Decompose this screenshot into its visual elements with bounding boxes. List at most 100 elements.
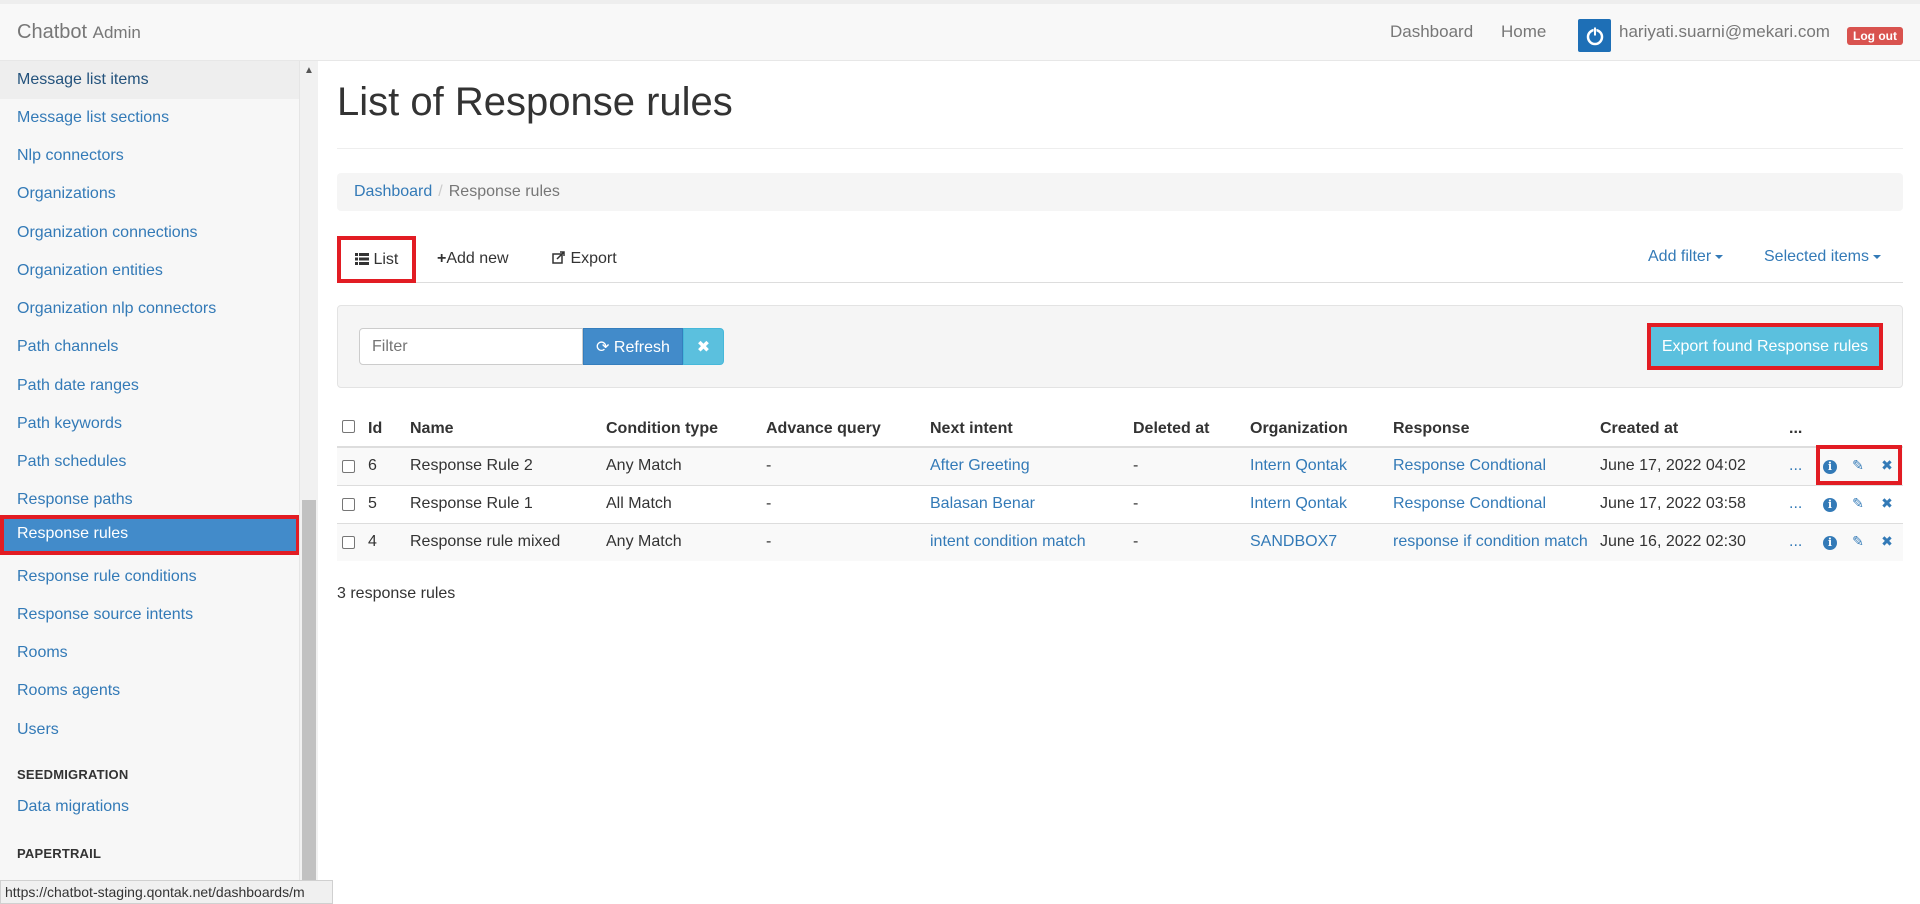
filter-input[interactable]	[359, 328, 583, 365]
breadcrumb-dashboard-link[interactable]: Dashboard	[354, 183, 432, 200]
cell-response-link[interactable]: Response Condtional	[1393, 457, 1546, 475]
column-header-id[interactable]: Id	[368, 420, 382, 438]
sidebar-item-response-source-intents[interactable]: Response source intents	[0, 596, 299, 634]
column-header-next-intent[interactable]: Next intent	[930, 420, 1013, 438]
sidebar-item-nlp-connectors[interactable]: Nlp connectors	[0, 137, 299, 175]
power-icon[interactable]	[1578, 19, 1611, 52]
cell-organization-link[interactable]: SANDBOX7	[1250, 533, 1337, 551]
column-header-response[interactable]: Response	[1393, 420, 1469, 438]
tab-export[interactable]: Export	[538, 236, 631, 283]
sidebar-section-header: PAPERTRAIL	[17, 846, 102, 861]
share-icon	[552, 250, 570, 267]
add-filter-label: Add filter	[1648, 248, 1712, 265]
cell-id: 6	[368, 457, 377, 474]
table-row: 4 Response rule mixed Any Match - intent…	[337, 524, 1903, 561]
cell-advance-query: -	[766, 495, 772, 512]
cell-more-link[interactable]: ...	[1789, 457, 1802, 475]
sidebar-item-response-paths[interactable]: Response paths	[0, 481, 299, 519]
sidebar-item-path-schedules[interactable]: Path schedules	[0, 443, 299, 481]
sidebar-item-rooms-agents[interactable]: Rooms agents	[0, 672, 299, 710]
select-all-checkbox[interactable]	[342, 420, 355, 433]
sidebar-section-header: SEEDMIGRATION	[17, 767, 129, 782]
nav-dashboard-link[interactable]: Dashboard	[1390, 22, 1473, 42]
tab-export-label: Export	[570, 250, 617, 267]
cell-next-intent-link[interactable]: intent condition match	[930, 533, 1086, 551]
column-header-organization[interactable]: Organization	[1250, 420, 1348, 438]
info-icon[interactable]: i	[1822, 495, 1838, 512]
close-icon[interactable]: ✖	[1879, 495, 1895, 511]
list-icon	[355, 251, 373, 268]
cell-condition-type: Any Match	[606, 457, 682, 474]
refresh-button[interactable]: ⟳ Refresh	[583, 328, 683, 365]
info-icon[interactable]: i	[1822, 533, 1838, 550]
sidebar-item-path-channels[interactable]: Path channels	[0, 328, 299, 366]
cell-more-link[interactable]: ...	[1789, 533, 1802, 551]
sidebar-item-rooms[interactable]: Rooms	[0, 634, 299, 672]
sidebar-item-path-date-ranges[interactable]: Path date ranges	[0, 367, 299, 405]
refresh-icon: ⟳	[596, 339, 610, 356]
cell-deleted-at: -	[1133, 533, 1139, 550]
row-checkbox[interactable]	[342, 460, 355, 473]
tab-list[interactable]: List	[337, 236, 417, 283]
sidebar-item-response-rules[interactable]: Response rules	[0, 515, 299, 555]
column-header-condition-type[interactable]: Condition type	[606, 420, 718, 438]
cell-more-link[interactable]: ...	[1789, 495, 1802, 513]
plus-icon: +	[437, 250, 447, 267]
table-row: 5 Response Rule 1 All Match - Balasan Be…	[337, 486, 1903, 523]
tab-add-new-label: Add new	[446, 250, 509, 267]
pencil-icon[interactable]: ✎	[1850, 533, 1866, 549]
sidebar-item-response-rule-conditions[interactable]: Response rule conditions	[0, 558, 299, 596]
sidebar: Message list items Message list sections…	[0, 61, 300, 904]
nav-home-link[interactable]: Home	[1501, 22, 1546, 42]
scroll-up-arrow-icon[interactable]: ▲	[300, 63, 318, 79]
row-checkbox[interactable]	[342, 498, 355, 511]
sidebar-item-data-migrations[interactable]: Data migrations	[0, 788, 299, 826]
column-header-created-at[interactable]: Created at	[1600, 420, 1678, 438]
cell-organization-link[interactable]: Intern Qontak	[1250, 495, 1347, 513]
row-checkbox[interactable]	[342, 536, 355, 549]
column-header-name[interactable]: Name	[410, 420, 454, 438]
sidebar-item-organizations[interactable]: Organizations	[0, 175, 299, 213]
sidebar-item-path-keywords[interactable]: Path keywords	[0, 405, 299, 443]
page-title: List of Response rules	[337, 80, 733, 124]
cell-name: Response Rule 2	[410, 457, 533, 474]
pencil-icon[interactable]: ✎	[1850, 495, 1866, 511]
refresh-label: Refresh	[613, 339, 670, 356]
add-filter-dropdown[interactable]: Add filter	[1648, 248, 1724, 266]
status-bar-url: https://chatbot-staging.qontak.net/dashb…	[0, 880, 333, 904]
column-header-advance-query[interactable]: Advance query	[766, 420, 881, 438]
selected-items-dropdown[interactable]: Selected items	[1764, 248, 1881, 266]
clear-filter-button[interactable]: ✖	[683, 328, 724, 365]
cell-advance-query: -	[766, 533, 772, 550]
cell-name: Response rule mixed	[410, 533, 561, 550]
cell-organization-link[interactable]: Intern Qontak	[1250, 457, 1347, 475]
column-header-deleted-at[interactable]: Deleted at	[1133, 420, 1209, 438]
close-icon[interactable]: ✖	[1879, 533, 1895, 549]
sidebar-item-message-list-sections[interactable]: Message list sections	[0, 99, 299, 137]
cell-id: 4	[368, 533, 377, 550]
cell-deleted-at: -	[1133, 457, 1139, 474]
user-email-link[interactable]: hariyati.suarni@mekari.com	[1619, 22, 1830, 42]
export-found-button[interactable]: Export found Response rules	[1647, 323, 1883, 370]
sidebar-scrollbar-thumb[interactable]	[302, 500, 316, 882]
cell-advance-query: -	[766, 457, 772, 474]
sidebar-item-message-list-items[interactable]: Message list items	[0, 61, 299, 99]
breadcrumb-separator: /	[438, 183, 443, 200]
tab-add-new[interactable]: +Add new	[423, 236, 523, 283]
cell-condition-type: Any Match	[606, 533, 682, 550]
cell-response-link[interactable]: response if condition match	[1393, 533, 1588, 551]
logout-button[interactable]: Log out	[1847, 27, 1903, 45]
sidebar-item-organization-entities[interactable]: Organization entities	[0, 252, 299, 290]
sidebar-item-organization-nlp-connectors[interactable]: Organization nlp connectors	[0, 290, 299, 328]
sidebar-item-organization-connections[interactable]: Organization connections	[0, 214, 299, 252]
cell-response-link[interactable]: Response Condtional	[1393, 495, 1546, 513]
cell-next-intent-link[interactable]: Balasan Benar	[930, 495, 1035, 513]
column-header-more: ...	[1789, 420, 1803, 437]
brand-subtitle: Admin	[92, 23, 141, 42]
cell-created-at: June 17, 2022 04:02	[1600, 457, 1746, 474]
sidebar-item-users[interactable]: Users	[0, 711, 299, 749]
brand[interactable]: Chatbot Admin	[17, 21, 141, 44]
cell-next-intent-link[interactable]: After Greeting	[930, 457, 1030, 475]
tab-list-label: List	[373, 251, 399, 268]
cell-created-at: June 17, 2022 03:58	[1600, 495, 1746, 512]
